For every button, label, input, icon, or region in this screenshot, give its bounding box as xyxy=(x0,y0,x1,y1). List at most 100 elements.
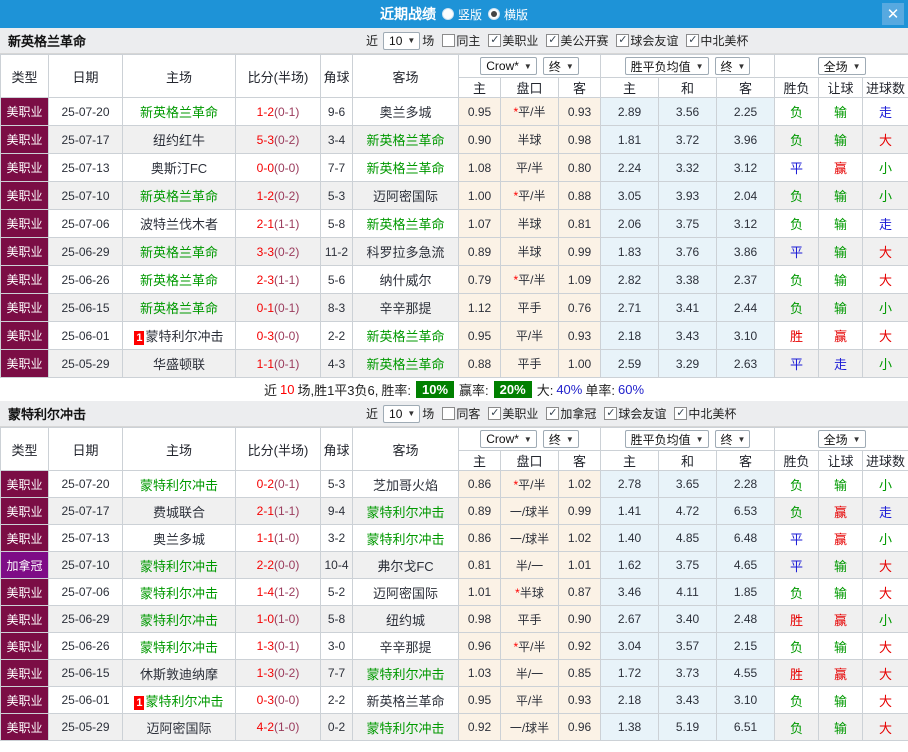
corner-cell: 2-2 xyxy=(320,686,353,714)
chevron-down-icon: ▼ xyxy=(695,61,704,71)
checkbox-icon: ✓ xyxy=(604,407,618,420)
corner-cell: 2-2 xyxy=(320,321,353,350)
corner-cell: 5-3 xyxy=(320,181,353,210)
result-handicap: 输 xyxy=(818,265,864,294)
filter-club-friendly[interactable]: ✓ 球会友谊 xyxy=(604,405,666,422)
filter-mls[interactable]: ✓ 美职业 xyxy=(488,405,538,422)
away-team-cell: 蒙特利尔冲击 xyxy=(352,524,459,552)
mean-away-odds: 6.48 xyxy=(716,524,776,552)
handicap-away-odds: 0.80 xyxy=(557,153,602,182)
result-goals: 大 xyxy=(862,265,908,294)
home-team-cell: 新英格兰革命 xyxy=(122,97,236,126)
score-cell: 4-2(1-0) xyxy=(235,713,321,741)
away-team-cell: 弗尔戈FC xyxy=(352,551,459,579)
mean-draw-odds: 3.56 xyxy=(658,97,718,126)
result-wdl: 负 xyxy=(774,209,820,238)
match-count-select[interactable]: 10 ▼ xyxy=(383,404,421,423)
team-name: 新英格兰革命 xyxy=(8,34,87,49)
corner-cell: 10-4 xyxy=(320,551,353,579)
col-header-wdl: 胜负 xyxy=(774,450,820,471)
mean-away-odds: 3.10 xyxy=(716,321,776,350)
mean-odds-select[interactable]: 胜平负均值 ▼ xyxy=(624,430,709,448)
home-team-cell: 蒙特利尔冲击 xyxy=(122,605,236,633)
date-cell: 25-07-06 xyxy=(48,209,123,238)
corner-cell: 3-2 xyxy=(320,524,353,552)
result-wdl: 负 xyxy=(774,265,820,294)
result-goals: 大 xyxy=(862,321,908,350)
mean-draw-odds: 5.19 xyxy=(658,713,718,741)
handicap-home-odds: 0.89 xyxy=(458,237,501,266)
scope-select[interactable]: 全场 ▼ xyxy=(817,57,866,75)
handicap-away-odds: 0.76 xyxy=(557,293,602,322)
corner-cell: 7-7 xyxy=(320,153,353,182)
filter-club-friendly[interactable]: ✓ 球会友谊 xyxy=(616,32,678,49)
away-team-cell: 新英格兰革命 xyxy=(352,349,459,378)
layout-radio-horizontal[interactable]: 横版 xyxy=(488,6,528,23)
mean-draw-odds: 3.75 xyxy=(658,551,718,579)
mean-draw-odds: 3.73 xyxy=(658,659,718,687)
handicap-home-odds: 0.96 xyxy=(458,632,501,660)
handicap-line-cell: 半/一 xyxy=(500,551,559,579)
scope-select[interactable]: 全场 ▼ xyxy=(817,430,866,448)
result-handicap: 输 xyxy=(818,470,864,498)
handicap-line-cell: 平/半 xyxy=(500,153,559,182)
mean-home-odds: 2.18 xyxy=(600,686,660,714)
away-team-cell: 纳什威尔 xyxy=(352,265,459,294)
date-cell: 25-06-29 xyxy=(48,237,123,266)
col-header-handicap-line: 盘口 xyxy=(500,77,559,98)
home-team-cell: 纽约红牛 xyxy=(122,125,236,154)
filter-canadian-championship[interactable]: ✓ 加拿冠 xyxy=(546,405,596,422)
handicap-home-odds: 0.89 xyxy=(458,497,501,525)
col-header-mean-draw: 和 xyxy=(658,77,718,98)
close-button[interactable]: ✕ xyxy=(882,3,904,25)
chevron-down-icon: ▼ xyxy=(852,61,861,71)
filter-same-home[interactable]: ✓同主 xyxy=(442,32,480,49)
home-team-cell: 奥斯汀FC xyxy=(122,153,236,182)
mean-odds-select[interactable]: 胜平负均值 ▼ xyxy=(624,57,709,75)
bookmaker-select[interactable]: Crow* ▼ xyxy=(480,57,537,75)
col-header-handicap-result: 让球 xyxy=(818,77,864,98)
col-header-handicap-away: 客 xyxy=(557,450,602,471)
handicap-away-odds: 0.92 xyxy=(557,632,602,660)
mean-home-odds: 1.72 xyxy=(600,659,660,687)
corner-cell: 4-3 xyxy=(320,349,353,378)
titlebar: 近期战绩 竖版 横版 ✕ xyxy=(0,0,908,28)
filter-mls[interactable]: ✓ 美职业 xyxy=(488,32,538,49)
bookmaker-select[interactable]: Crow* ▼ xyxy=(480,430,537,448)
red-card-icon: 1 xyxy=(134,695,145,710)
filter-us-open-cup[interactable]: ✓ 美公开赛 xyxy=(546,32,608,49)
mean-away-odds: 3.86 xyxy=(716,237,776,266)
result-wdl: 平 xyxy=(774,153,820,182)
result-goals: 走 xyxy=(862,209,908,238)
filter-concacaf-cup[interactable]: ✓ 中北美杯 xyxy=(686,32,748,49)
result-handicap: 赢 xyxy=(818,605,864,633)
match-row: 美职业 25-07-20 新英格兰革命 1-2(0-1) 9-6 奥兰多城 0.… xyxy=(0,97,908,126)
mean-home-odds: 1.41 xyxy=(600,497,660,525)
final-odds-select[interactable]: 终 ▼ xyxy=(542,430,579,448)
final-mean-select[interactable]: 终 ▼ xyxy=(714,57,751,75)
score-cell: 5-3(0-2) xyxy=(235,125,321,154)
filter-same-away[interactable]: ✓同客 xyxy=(442,405,480,422)
col-header-mean-away: 客 xyxy=(716,450,776,471)
chevron-down-icon: ▼ xyxy=(565,61,574,71)
final-mean-select[interactable]: 终 ▼ xyxy=(714,430,751,448)
handicap-home-odds: 1.01 xyxy=(458,578,501,606)
final-odds-select[interactable]: 终 ▼ xyxy=(542,57,579,75)
match-count-select[interactable]: 10 ▼ xyxy=(383,31,421,50)
handicap-line-cell: 半球 xyxy=(500,237,559,266)
near-label: 近 xyxy=(366,407,379,421)
checkbox-icon: ✓ xyxy=(442,407,456,420)
result-wdl: 负 xyxy=(774,293,820,322)
mean-away-odds: 4.55 xyxy=(716,659,776,687)
layout-radio-vertical[interactable]: 竖版 xyxy=(441,6,482,23)
away-team-cell: 辛辛那提 xyxy=(352,293,459,322)
home-team-cell: 1 蒙特利尔冲击 xyxy=(122,686,236,714)
mean-draw-odds: 3.43 xyxy=(658,321,718,350)
result-wdl: 胜 xyxy=(774,659,820,687)
result-wdl: 负 xyxy=(774,686,820,714)
mean-home-odds: 2.06 xyxy=(600,209,660,238)
earn-rate-badge: 20% xyxy=(493,381,532,398)
checkbox-icon: ✓ xyxy=(546,407,560,420)
match-row: 美职业 25-07-06 蒙特利尔冲击 1-4(1-2) 5-2 迈阿密国际 1… xyxy=(0,578,908,606)
filter-concacaf-cup[interactable]: ✓ 中北美杯 xyxy=(674,405,736,422)
